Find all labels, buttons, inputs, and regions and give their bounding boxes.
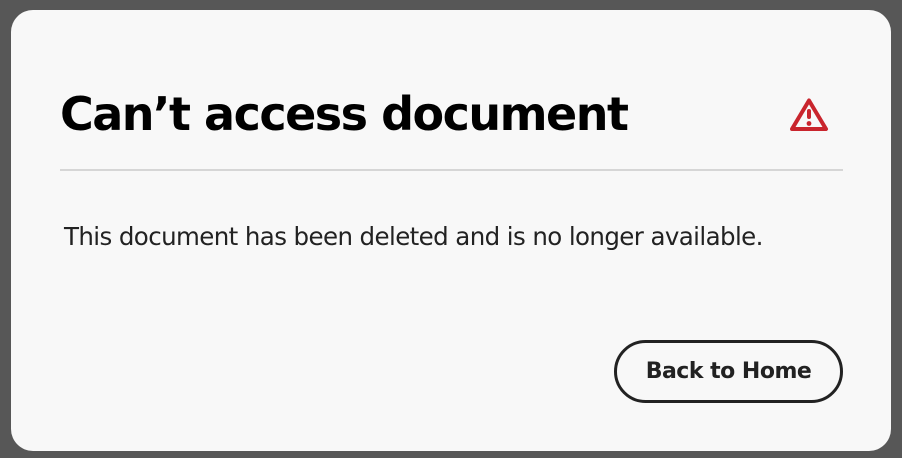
- alert-triangle-icon: [789, 97, 829, 133]
- cant-access-dialog: Can’t access document This document has …: [11, 10, 891, 451]
- dialog-message: This document has been deleted and is no…: [64, 222, 763, 251]
- back-to-home-button[interactable]: Back to Home: [614, 340, 843, 403]
- dialog-header: Can’t access document: [60, 10, 843, 171]
- dialog-title: Can’t access document: [60, 87, 629, 141]
